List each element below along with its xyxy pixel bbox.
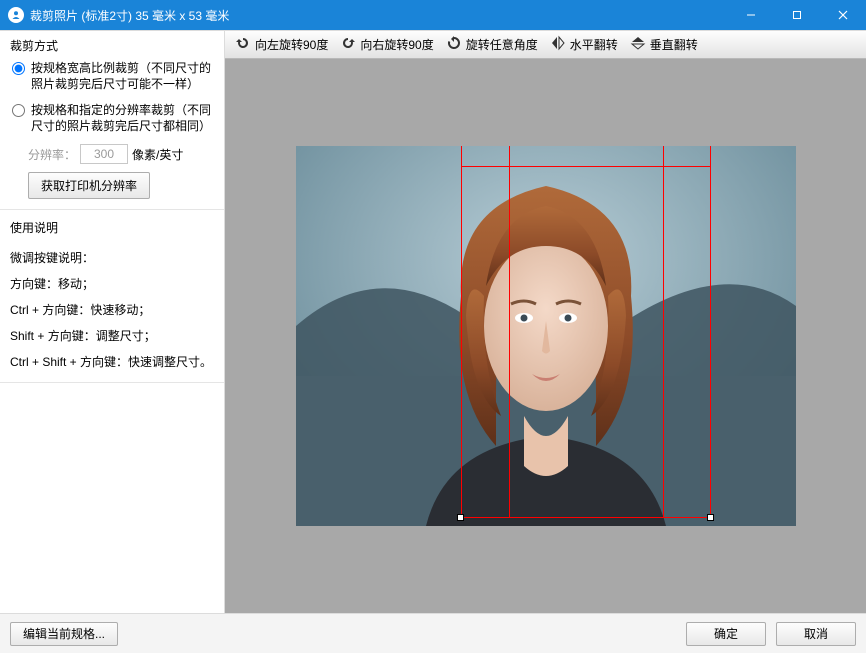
close-button[interactable]: [820, 0, 866, 30]
flip-horizontal-button[interactable]: 水平翻转: [544, 33, 624, 57]
flip-horizontal-label: 水平翻转: [570, 36, 618, 53]
dpi-label: 分辨率：: [28, 146, 76, 163]
canvas-area[interactable]: [225, 59, 866, 613]
help-title: 使用说明: [10, 216, 214, 240]
app-icon: [8, 7, 24, 23]
crop-mode-title: 裁剪方式: [10, 37, 214, 54]
crop-guide-left: [509, 146, 510, 518]
footer: 编辑当前规格... 确定 取消: [0, 613, 866, 653]
ok-button[interactable]: 确定: [686, 622, 766, 646]
rotate-left-label: 向左旋转90度: [255, 36, 328, 53]
dpi-input[interactable]: [80, 144, 128, 164]
rotate-right-button[interactable]: 向右旋转90度: [334, 33, 439, 57]
flip-vertical-label: 垂直翻转: [650, 36, 698, 53]
rotate-any-icon: [446, 35, 462, 54]
cancel-button[interactable]: 取消: [776, 622, 856, 646]
sidebar: 裁剪方式 按规格宽高比例裁剪（不同尺寸的照片裁剪完后尺寸可能不一样） 按规格和指…: [0, 31, 225, 613]
get-printer-dpi-button[interactable]: 获取打印机分辨率: [28, 172, 150, 199]
rotate-right-label: 向右旋转90度: [360, 36, 433, 53]
dpi-unit: 像素/英寸: [132, 146, 183, 163]
help-line: Ctrl + 方向键：快速移动；: [10, 298, 214, 322]
photo[interactable]: [296, 146, 796, 526]
flip-vertical-icon: [630, 35, 646, 54]
dpi-row: 分辨率： 像素/英寸: [28, 144, 214, 164]
toolbar: 向左旋转90度 向右旋转90度 旋转任意角度 水平翻转 垂直翻转: [225, 31, 866, 59]
rotate-any-button[interactable]: 旋转任意角度: [440, 33, 544, 57]
crop-guide-top: [461, 166, 711, 167]
crop-handle-sw[interactable]: [457, 514, 464, 521]
crop-guide-right: [663, 146, 664, 518]
main-area: 向左旋转90度 向右旋转90度 旋转任意角度 水平翻转 垂直翻转: [225, 31, 866, 613]
crop-mode-group: 裁剪方式 按规格宽高比例裁剪（不同尺寸的照片裁剪完后尺寸可能不一样） 按规格和指…: [0, 31, 224, 210]
rotate-left-icon: [235, 35, 251, 54]
minimize-button[interactable]: [728, 0, 774, 30]
window-title: 裁剪照片 (标准2寸) 35 毫米 x 53 毫米: [30, 7, 728, 24]
crop-handle-se[interactable]: [707, 514, 714, 521]
radio-dpi-label: 按规格和指定的分辨率裁剪（不同尺寸的照片裁剪完后尺寸都相同）: [31, 102, 214, 134]
radio-aspect-label: 按规格宽高比例裁剪（不同尺寸的照片裁剪完后尺寸可能不一样）: [31, 60, 214, 92]
edit-spec-button[interactable]: 编辑当前规格...: [10, 622, 118, 646]
rotate-right-icon: [340, 35, 356, 54]
help-line: 方向键：移动；: [10, 272, 214, 296]
help-line: Ctrl + Shift + 方向键：快速调整尺寸。: [10, 350, 214, 374]
help-line: 微调按键说明：: [10, 246, 214, 270]
flip-vertical-button[interactable]: 垂直翻转: [624, 33, 704, 57]
client-area: 裁剪方式 按规格宽高比例裁剪（不同尺寸的照片裁剪完后尺寸可能不一样） 按规格和指…: [0, 30, 866, 613]
help-group: 使用说明 微调按键说明： 方向键：移动； Ctrl + 方向键：快速移动； Sh…: [0, 210, 224, 383]
crop-mode-option-aspect[interactable]: 按规格宽高比例裁剪（不同尺寸的照片裁剪完后尺寸可能不一样）: [12, 60, 214, 92]
crop-mode-option-dpi[interactable]: 按规格和指定的分辨率裁剪（不同尺寸的照片裁剪完后尺寸都相同）: [12, 102, 214, 134]
help-line: Shift + 方向键：调整尺寸；: [10, 324, 214, 348]
crop-rectangle[interactable]: [461, 146, 711, 518]
title-bar: 裁剪照片 (标准2寸) 35 毫米 x 53 毫米: [0, 0, 866, 30]
radio-dpi[interactable]: [12, 104, 25, 117]
rotate-left-button[interactable]: 向左旋转90度: [229, 33, 334, 57]
window-controls: [728, 0, 866, 30]
rotate-any-label: 旋转任意角度: [466, 36, 538, 53]
maximize-button[interactable]: [774, 0, 820, 30]
flip-horizontal-icon: [550, 35, 566, 54]
sidebar-spacer: [0, 383, 224, 613]
radio-aspect[interactable]: [12, 62, 25, 75]
